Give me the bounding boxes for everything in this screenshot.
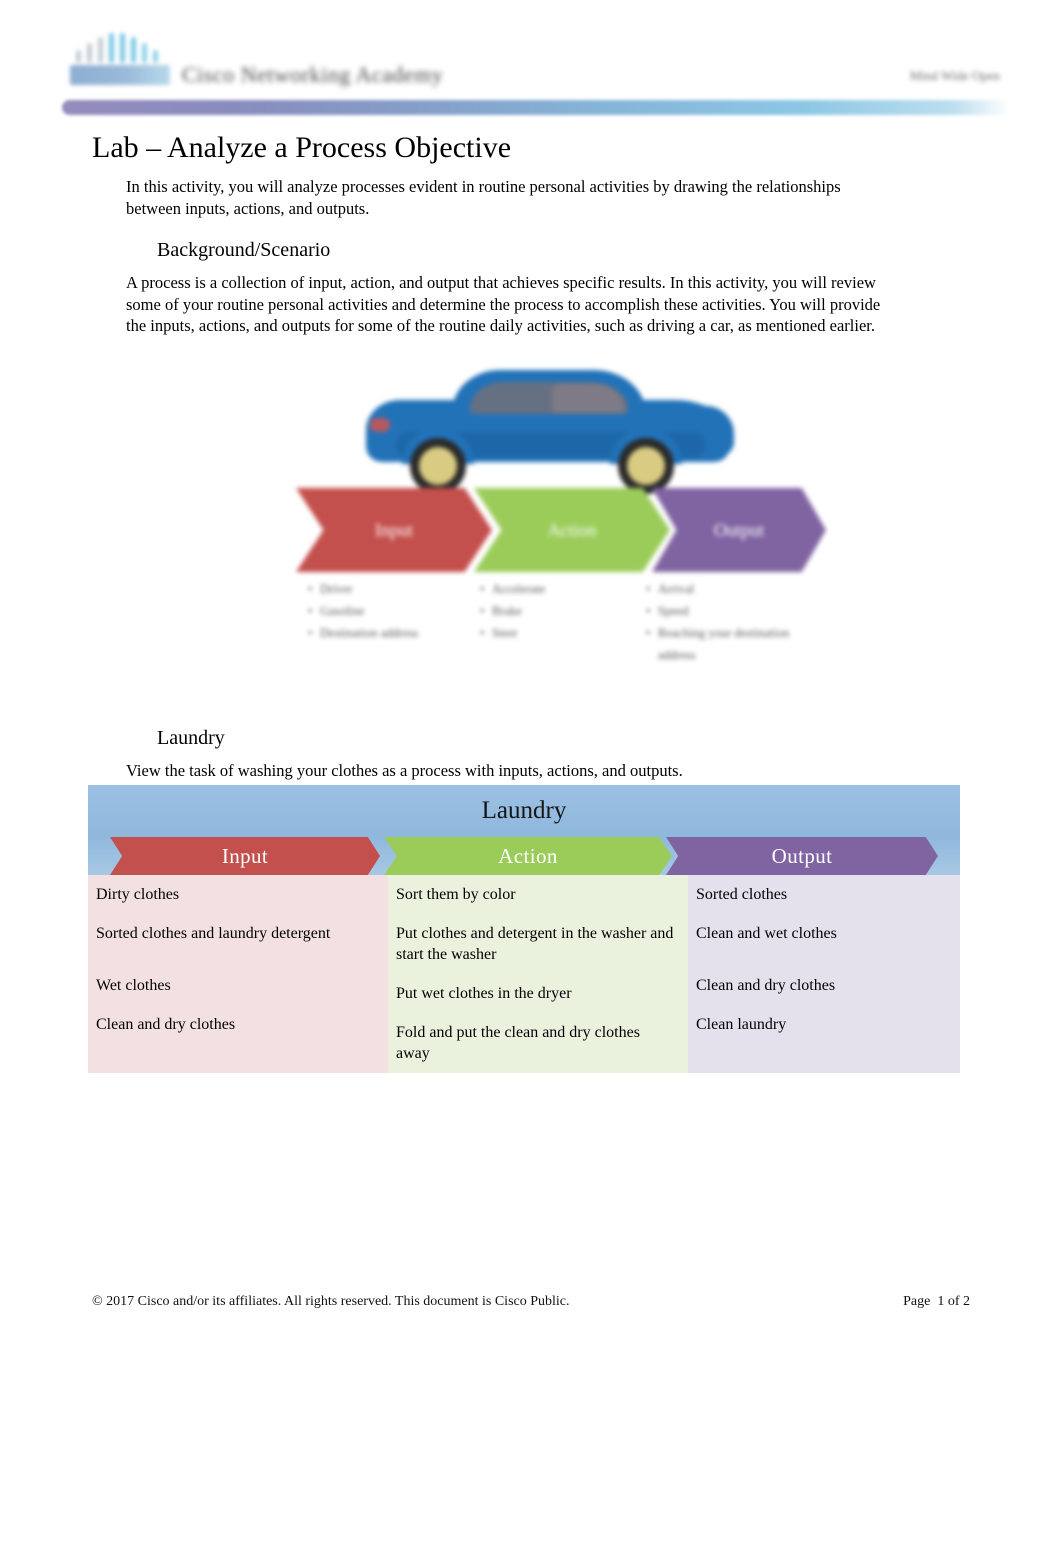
table-column-action: Sort them by color Put clothes and deter… — [388, 875, 688, 1073]
list-item: Reaching your destination address — [646, 622, 819, 666]
figure-chevron-row: Input Action Output — [296, 488, 826, 572]
footer-page-number: Page 1 of 2 — [903, 1294, 970, 1309]
background-heading: Background/Scenario — [157, 239, 331, 261]
car-process-figure: Input Action Output Driver Gasoline Dest… — [288, 366, 828, 706]
list-item: Accelerate — [480, 578, 638, 600]
laundry-table: Laundry Input Action Output Dirty clothe… — [88, 785, 960, 1073]
footer-copyright: © 2017 Cisco and/or its affiliates. All … — [92, 1294, 570, 1309]
figure-chevron-output: Output — [652, 488, 826, 572]
figure-image: Input Action Output Driver Gasoline Dest… — [288, 366, 828, 706]
list-item: Speed — [646, 600, 819, 622]
laundry-table-title: Laundry — [88, 785, 960, 837]
figure-chevron-action-label: Action — [547, 519, 597, 540]
header-tagline: Mind Wide Open — [909, 68, 1000, 83]
column-header-action-label: Action — [498, 843, 558, 868]
cisco-bridge-icon — [76, 33, 164, 63]
table-cell: Sorted clothes — [696, 886, 788, 903]
table-cell: Clean and dry clothes — [96, 1016, 236, 1033]
table-cell: Clean laundry — [696, 1016, 787, 1033]
car-illustration — [366, 370, 734, 494]
column-header-input-label: Input — [221, 843, 269, 868]
list-item: Arrival — [646, 578, 819, 600]
table-cell: Put wet clothes in the dryer — [396, 985, 572, 1002]
column-header-output: Output — [666, 837, 938, 875]
figure-list-output: Arrival Speed Reaching your destination … — [644, 578, 819, 666]
figure-chevron-input: Input — [296, 488, 492, 572]
list-item: Brake — [480, 600, 638, 622]
laundry-table-body: Dirty clothes Sorted clothes and laundry… — [88, 875, 960, 1073]
page-footer: © 2017 Cisco and/or its affiliates. All … — [92, 1294, 970, 1310]
table-column-input: Dirty clothes Sorted clothes and laundry… — [88, 875, 388, 1073]
list-item: Gasoline — [308, 600, 471, 622]
table-cell: Fold and put the clean and dry clothes a… — [396, 1024, 640, 1062]
document-page: Cisco Networking Academy Mind Wide Open … — [0, 0, 1062, 1556]
background-paragraph: A process is a collection of input, acti… — [126, 273, 881, 335]
cisco-logo — [68, 31, 172, 87]
figure-chevron-action: Action — [474, 488, 670, 572]
figure-list-input: Driver Gasoline Destination address — [306, 578, 471, 644]
table-cell: Clean and dry clothes — [696, 977, 836, 994]
table-cell: Wet clothes — [96, 977, 171, 994]
list-item: Steer — [480, 622, 638, 644]
academy-name: Cisco Networking Academy — [182, 62, 444, 87]
column-header-output-label: Output — [771, 843, 833, 868]
list-item: Driver — [308, 578, 471, 600]
list-item: Destination address — [308, 622, 471, 644]
laundry-table-header-row: Input Action Output — [88, 837, 960, 875]
table-cell: Clean and wet clothes — [696, 925, 837, 942]
table-cell: Put clothes and detergent in the washer … — [396, 925, 674, 963]
page-header: Cisco Networking Academy Mind Wide Open — [0, 0, 1062, 122]
page-title: Lab – Analyze a Process Objective — [92, 131, 512, 164]
table-column-output: Sorted clothes Clean and wet clothes Cle… — [688, 875, 960, 1073]
laundry-heading: Laundry — [157, 727, 225, 749]
table-cell: Sorted clothes and laundry detergent — [96, 925, 331, 942]
table-cell: Dirty clothes — [96, 886, 180, 903]
header-gradient-rule — [62, 100, 1010, 115]
figure-chevron-output-label: Output — [713, 519, 764, 540]
laundry-paragraph: View the task of washing your clothes as… — [126, 761, 683, 780]
table-cell: Sort them by color — [396, 886, 516, 903]
column-header-input: Input — [110, 837, 380, 875]
cisco-wordmark — [70, 65, 170, 85]
intro-paragraph: In this activity, you will analyze proce… — [126, 177, 841, 218]
column-header-action: Action — [384, 837, 672, 875]
figure-chevron-input-label: Input — [375, 519, 413, 540]
figure-list-action: Accelerate Brake Steer — [478, 578, 638, 644]
